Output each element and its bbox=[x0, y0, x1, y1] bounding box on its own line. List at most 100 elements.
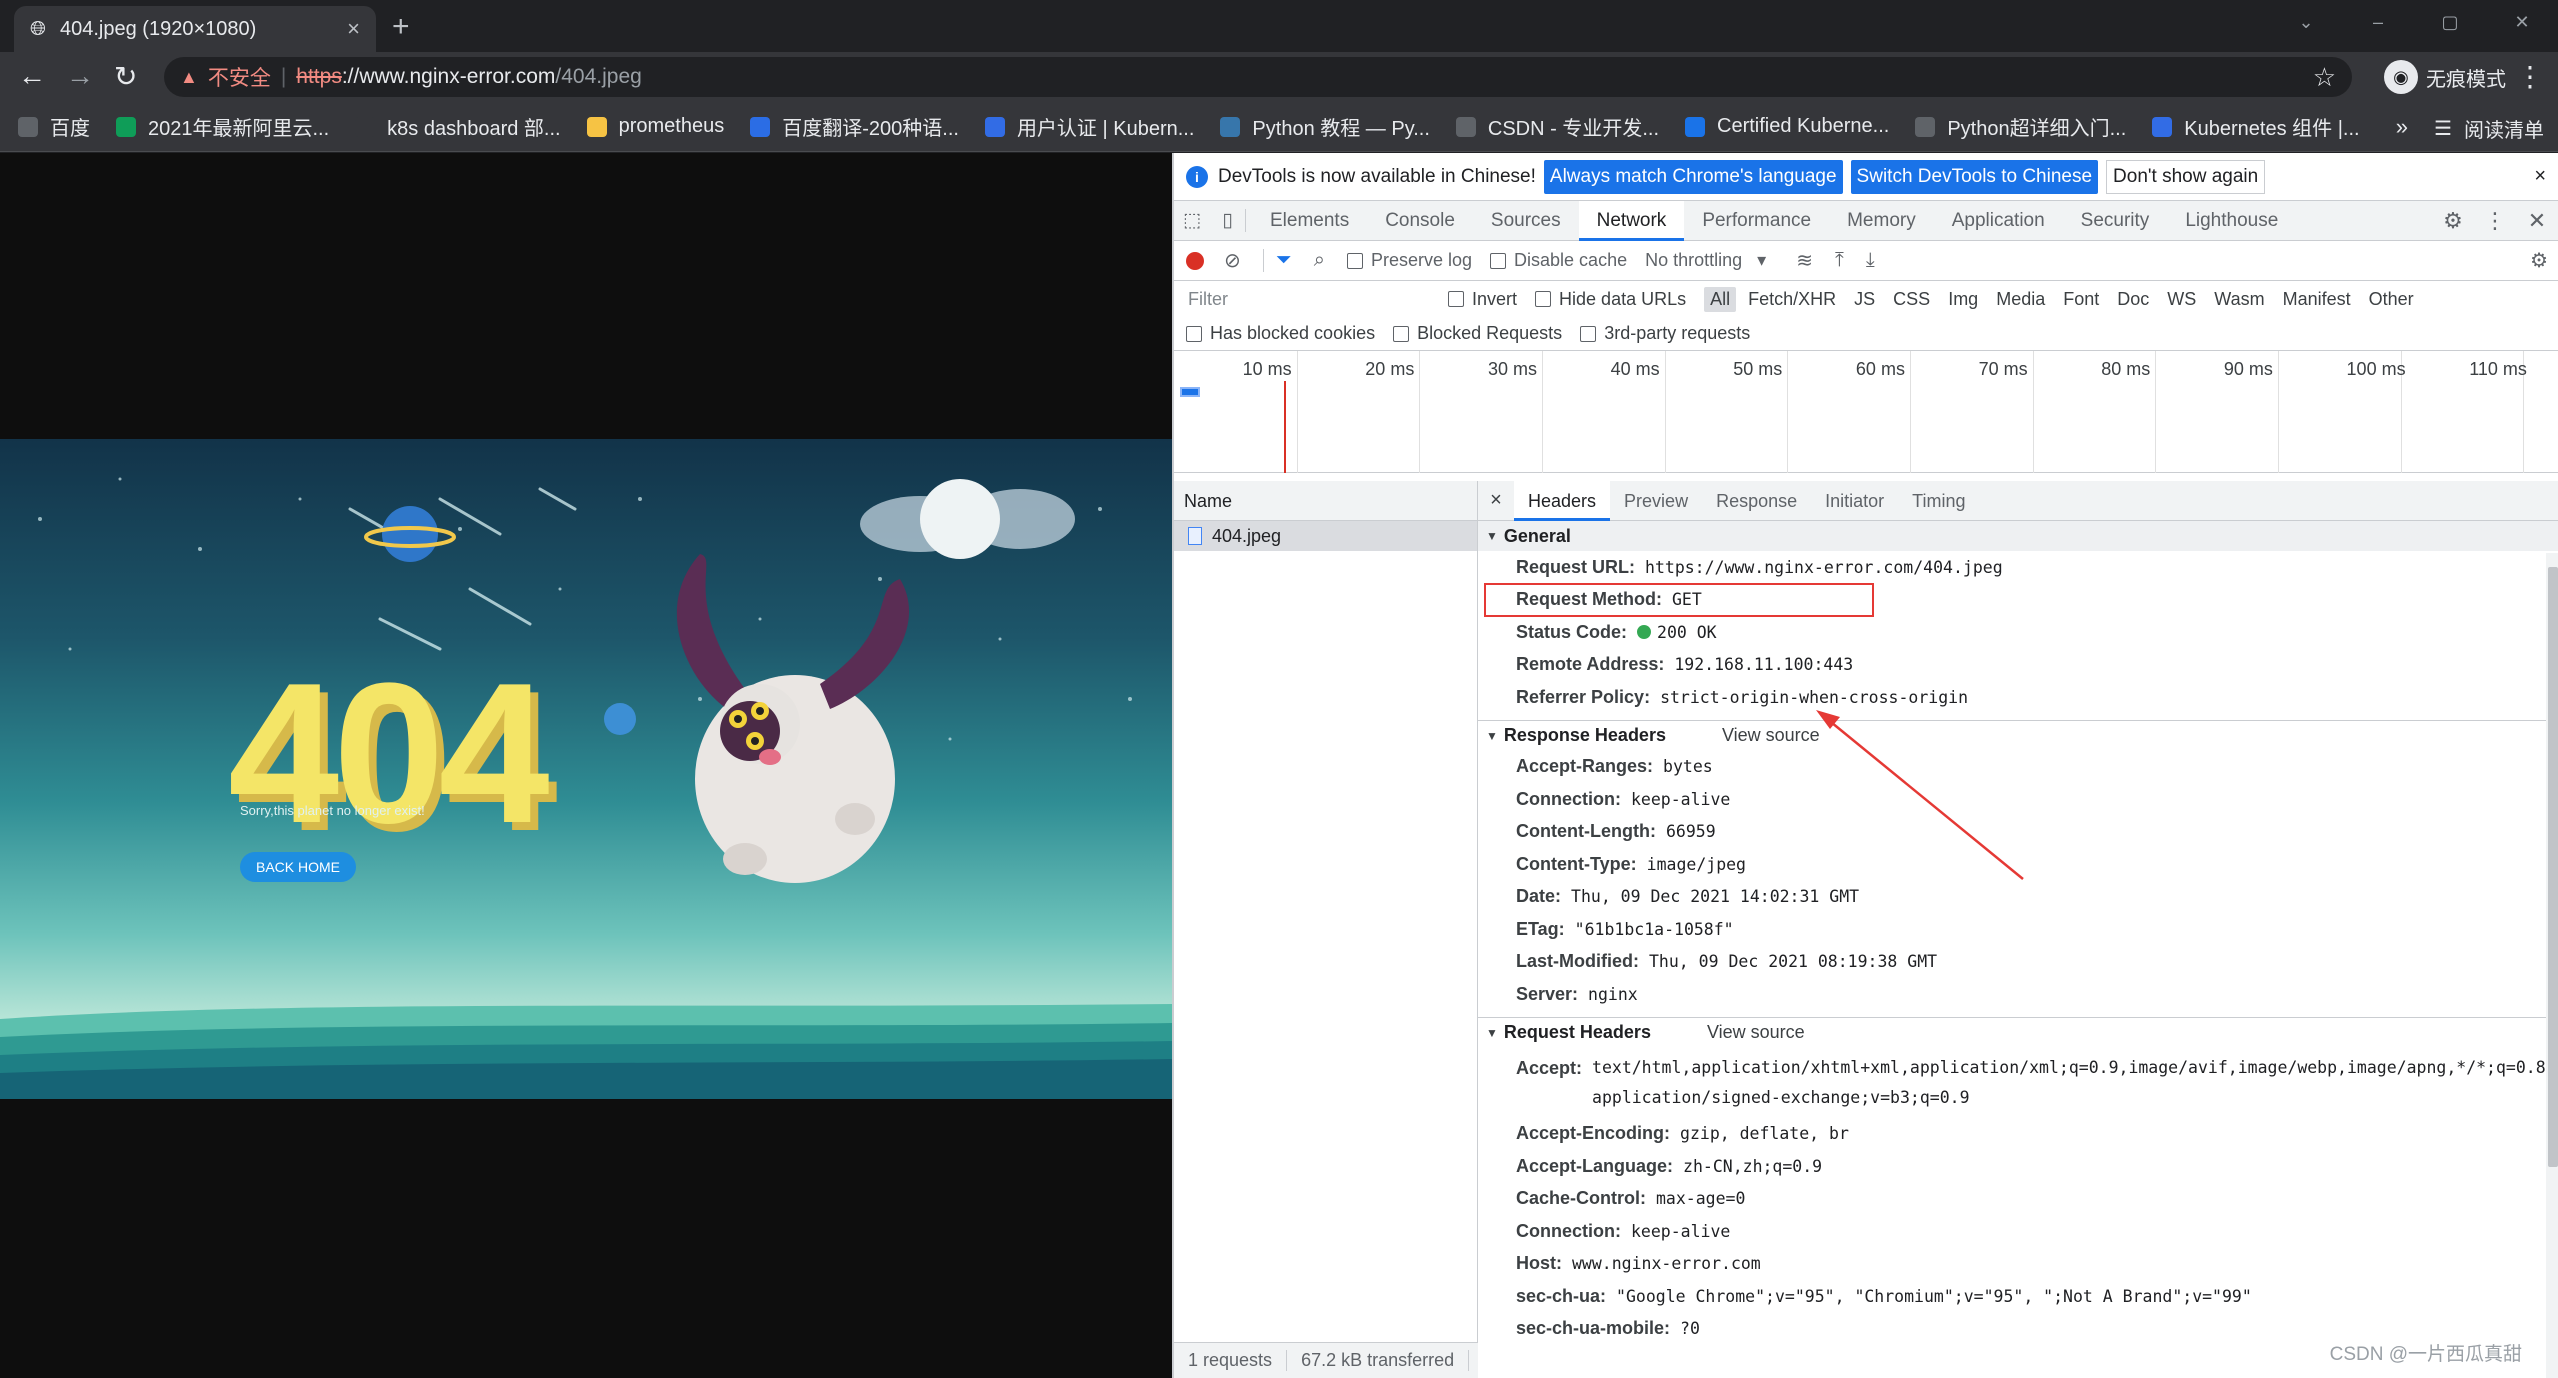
infobar-close-icon[interactable]: × bbox=[2534, 165, 2546, 188]
network-toolbar: ⊘ ⏷ ⌕ Preserve log Disable cache No thro… bbox=[1174, 241, 2558, 281]
minimize-icon[interactable]: – bbox=[2342, 0, 2414, 44]
detail-tab-timing[interactable]: Timing bbox=[1898, 481, 1979, 521]
back-arrow-icon[interactable]: ← bbox=[18, 60, 46, 92]
tab-search-icon[interactable]: ⌄ bbox=[2270, 0, 2342, 44]
type-filter-ws[interactable]: WS bbox=[2161, 287, 2202, 312]
detail-tab-response[interactable]: Response bbox=[1702, 481, 1811, 521]
header-value-text: keep-alive bbox=[1631, 1221, 1731, 1241]
reload-icon[interactable]: ↻ bbox=[114, 60, 137, 93]
hide-data-urls-checkbox[interactable]: Hide data URLs bbox=[1535, 289, 1686, 310]
third-party-requests-checkbox[interactable]: 3rd-party requests bbox=[1580, 323, 1750, 344]
close-details-icon[interactable]: × bbox=[1478, 489, 1514, 512]
response-headers-section-header[interactable]: ▼ Response Headers View source bbox=[1478, 721, 2558, 751]
dont-show-again-button[interactable]: Don't show again bbox=[2106, 159, 2266, 194]
timeline-tick-label: 10 ms bbox=[1242, 359, 1292, 379]
filter-funnel-icon[interactable]: ⏷ bbox=[1262, 249, 1292, 272]
bookmark-star-icon[interactable]: ☆ bbox=[2313, 62, 2336, 93]
search-icon[interactable]: ⌕ bbox=[1314, 249, 1325, 272]
preserve-log-checkbox[interactable]: Preserve log bbox=[1346, 250, 1472, 271]
forward-arrow-icon[interactable]: → bbox=[66, 60, 94, 92]
tab-network[interactable]: Network bbox=[1578, 200, 1685, 241]
network-conditions-icon[interactable]: ≋ bbox=[1796, 248, 1813, 273]
type-filter-other[interactable]: Other bbox=[2363, 287, 2420, 312]
tab-performance[interactable]: Performance bbox=[1684, 201, 1829, 241]
throttling-select[interactable]: No throttling ▾ bbox=[1645, 250, 1766, 271]
bookmark-item[interactable]: 百度 bbox=[18, 112, 90, 141]
network-filter-bar: Filter Invert Hide data URLs All Fetch/XH… bbox=[1174, 281, 2558, 317]
type-filter-media[interactable]: Media bbox=[1990, 287, 2051, 312]
address-bar[interactable]: ▲ 不安全 | https://www.nginx-error.com/404.… bbox=[164, 57, 2352, 97]
bookmark-item[interactable]: k8s dashboard 部... bbox=[355, 112, 561, 141]
restore-icon[interactable]: ▢ bbox=[2414, 0, 2486, 44]
kebab-menu-icon[interactable]: ⋮ bbox=[2516, 60, 2544, 93]
globe-icon: 🌐︎ bbox=[30, 17, 46, 40]
type-filter-doc[interactable]: Doc bbox=[2111, 287, 2155, 312]
tab-memory[interactable]: Memory bbox=[1829, 201, 1934, 241]
device-toolbar-icon[interactable]: ▯ bbox=[1210, 209, 1246, 232]
view-source-link[interactable]: View source bbox=[1707, 1022, 1805, 1043]
reading-list[interactable]: ☰ 阅读清单 bbox=[2434, 114, 2544, 143]
devtools-menu-icon[interactable]: ⋮ bbox=[2474, 208, 2516, 234]
type-filter-all[interactable]: All bbox=[1704, 286, 1737, 312]
type-filter-wasm[interactable]: Wasm bbox=[2208, 287, 2270, 312]
filter-input[interactable]: Filter bbox=[1186, 286, 1434, 312]
general-section-header[interactable]: ▼ General bbox=[1478, 521, 2558, 551]
incognito-indicator[interactable]: ◉ 无痕模式 bbox=[2384, 58, 2506, 96]
bookmark-item[interactable]: 用户认证 | Kubern... bbox=[984, 112, 1194, 141]
new-tab-icon[interactable]: + bbox=[392, 10, 410, 44]
type-filter-img[interactable]: Img bbox=[1942, 287, 1984, 312]
bookmark-item[interactable]: 百度翻译-200种语... bbox=[750, 112, 959, 141]
type-filter-css[interactable]: CSS bbox=[1887, 287, 1936, 312]
bookmark-item[interactable]: 2021年最新阿里云... bbox=[116, 112, 329, 141]
insecure-label[interactable]: 不安全 bbox=[208, 62, 271, 92]
request-row[interactable]: 404.jpeg bbox=[1174, 521, 1477, 551]
export-har-icon[interactable]: ⤓ bbox=[1866, 249, 1875, 272]
back-home-button[interactable]: BACK HOME bbox=[240, 852, 356, 882]
settings-gear-icon[interactable]: ⚙ bbox=[2432, 208, 2474, 234]
devtools-close-icon[interactable]: ✕ bbox=[2516, 208, 2558, 234]
tab-close-icon[interactable]: × bbox=[347, 16, 360, 42]
tab-lighthouse[interactable]: Lighthouse bbox=[2167, 201, 2296, 241]
disable-cache-checkbox[interactable]: Disable cache bbox=[1490, 250, 1627, 271]
clear-icon[interactable]: ⊘ bbox=[1224, 248, 1241, 273]
network-overview-timeline[interactable]: 10 ms 20 ms 30 ms 40 ms 50 ms 60 ms 70 ms 80 ms… bbox=[1174, 351, 2558, 473]
detail-tab-headers[interactable]: Headers bbox=[1514, 481, 1611, 521]
window-close-icon[interactable]: ✕ bbox=[2486, 0, 2558, 44]
view-source-link[interactable]: View source bbox=[1722, 725, 1820, 746]
bookmark-item[interactable]: prometheus bbox=[586, 115, 724, 138]
name-column-header[interactable]: Name bbox=[1174, 481, 1477, 521]
invert-checkbox[interactable]: Invert bbox=[1448, 289, 1517, 310]
bookmark-item[interactable]: Python 教程 — Py... bbox=[1220, 112, 1430, 141]
bookmark-item[interactable]: Certified Kuberne... bbox=[1685, 115, 1889, 138]
always-match-language-button[interactable]: Always match Chrome's language bbox=[1543, 159, 1843, 194]
details-scrollbar[interactable] bbox=[2546, 553, 2558, 1378]
tab-application[interactable]: Application bbox=[1934, 201, 2063, 241]
type-filter-manifest[interactable]: Manifest bbox=[2277, 287, 2357, 312]
tab-console[interactable]: Console bbox=[1367, 201, 1473, 241]
bookmark-item[interactable]: Python超详细入门... bbox=[1915, 112, 2126, 141]
request-headers-section-header[interactable]: ▼ Request Headers View source bbox=[1478, 1018, 2558, 1048]
tab-elements[interactable]: Elements bbox=[1252, 201, 1367, 241]
scrollbar-thumb[interactable] bbox=[2548, 567, 2558, 1167]
detail-tab-preview[interactable]: Preview bbox=[1610, 481, 1702, 521]
browser-tab[interactable]: 🌐︎ 404.jpeg (1920×1080) × bbox=[14, 6, 376, 52]
type-filter-fetch-xhr[interactable]: Fetch/XHR bbox=[1742, 287, 1842, 312]
type-filter-font[interactable]: Font bbox=[2057, 287, 2105, 312]
tab-sources[interactable]: Sources bbox=[1473, 201, 1579, 241]
header-value: bytes bbox=[1663, 757, 1713, 776]
network-settings-icon[interactable]: ⚙ bbox=[2530, 248, 2548, 273]
switch-to-chinese-button[interactable]: Switch DevTools to Chinese bbox=[1850, 159, 2099, 194]
bookmark-item[interactable]: CSDN - 专业开发... bbox=[1455, 112, 1659, 141]
inspect-element-icon[interactable]: ⬚ bbox=[1174, 209, 1210, 232]
record-icon[interactable] bbox=[1186, 251, 1204, 270]
import-har-icon[interactable]: ⤒ bbox=[1835, 249, 1844, 272]
has-blocked-cookies-checkbox[interactable]: Has blocked cookies bbox=[1186, 323, 1375, 344]
bookmarks-overflow-icon[interactable]: » bbox=[2396, 114, 2408, 140]
type-filter-js[interactable]: JS bbox=[1848, 287, 1881, 312]
transferred-size: 67.2 kB transferred bbox=[1301, 1350, 1470, 1371]
tab-security[interactable]: Security bbox=[2063, 201, 2168, 241]
blocked-requests-checkbox[interactable]: Blocked Requests bbox=[1393, 323, 1562, 344]
bookmark-item[interactable]: Kubernetes 组件 |... bbox=[2152, 112, 2360, 141]
detail-tab-initiator[interactable]: Initiator bbox=[1811, 481, 1898, 521]
header-value-text: 192.168.11.100:443 bbox=[1674, 655, 1854, 675]
